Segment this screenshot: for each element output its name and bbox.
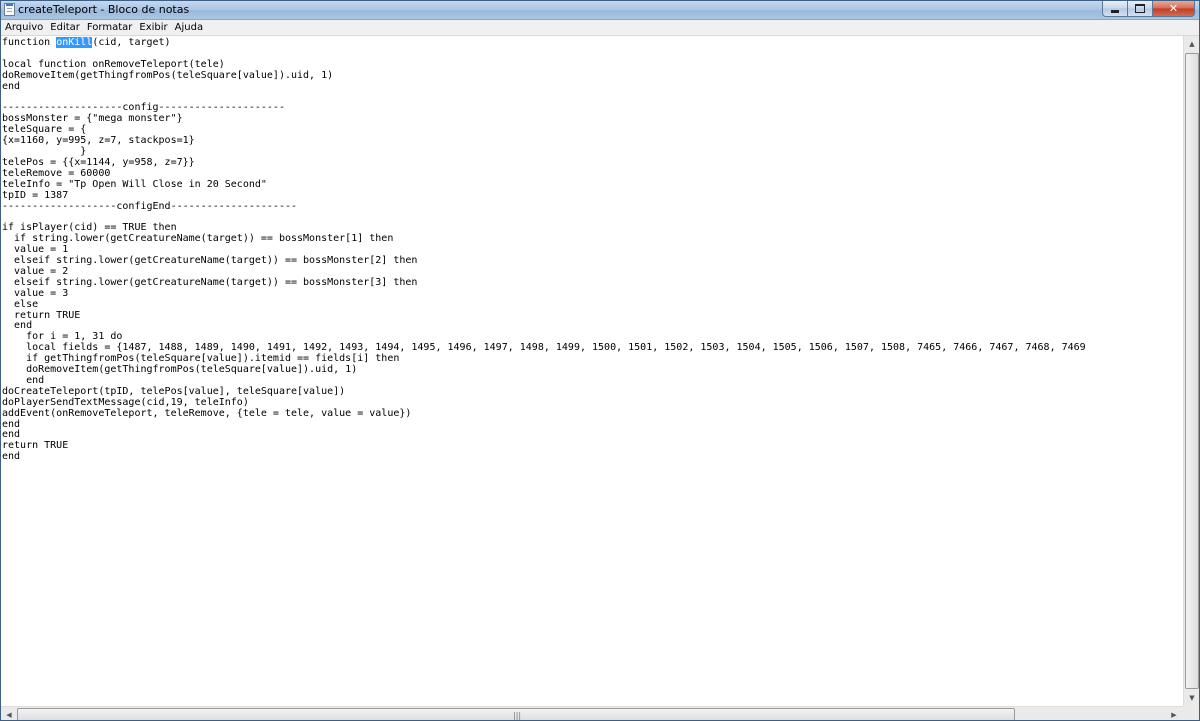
code-line: return TRUE <box>2 309 81 321</box>
code-line: elseif string.lower(getCreatureName(targ… <box>2 255 418 266</box>
notepad-icon[interactable] <box>4 3 15 16</box>
menu-arquivo[interactable]: Arquivo <box>1 20 46 35</box>
code-line: end <box>2 418 21 430</box>
minimize-button[interactable] <box>1102 1 1127 17</box>
code-line: value = 1 <box>2 244 69 256</box>
horizontal-scrollbar[interactable]: ◀ ||| ▶ <box>1 706 1183 720</box>
code-line: telePos = {{x=1144, y=958, z=7}} <box>2 156 195 168</box>
code-line: if string.lower(getCreatureName(target))… <box>2 233 394 245</box>
code-line: elseif string.lower(getCreatureName(targ… <box>2 276 418 288</box>
code-text: function <box>2 37 57 48</box>
code-line: local function onRemoveTeleport(tele) <box>2 58 225 70</box>
close-button[interactable]: ✕ <box>1152 1 1195 17</box>
vertical-scroll-thumb[interactable] <box>1185 53 1199 689</box>
grip-icon: ||| <box>513 711 522 720</box>
code-line: teleRemove = 60000 <box>2 167 111 179</box>
code-line: end <box>2 429 21 441</box>
code-line: value = 3 <box>2 287 69 299</box>
minimize-icon <box>1111 10 1119 13</box>
horizontal-scroll-thumb[interactable]: ||| <box>17 708 1015 720</box>
code-line: doPlayerSendTextMessage(cid,19, teleInfo… <box>2 396 249 408</box>
code-line: if isPlayer(cid) == TRUE then <box>2 222 177 234</box>
code-line: end <box>2 80 21 92</box>
code-line: teleInfo = "Tp Open Will Close in 20 Sec… <box>2 178 267 190</box>
code-line: addEvent(onRemoveTeleport, teleRemove, {… <box>2 407 412 419</box>
notepad-window: createTeleport - Bloco de notas ✕ Arquiv… <box>0 0 1200 721</box>
scroll-down-icon[interactable]: ▼ <box>1184 690 1199 706</box>
menu-bar: Arquivo Editar Formatar Exibir Ajuda <box>1 20 1199 36</box>
code-line: tpID = 1387 <box>2 189 69 201</box>
scroll-up-icon[interactable]: ▲ <box>1184 36 1199 52</box>
code-line: doRemoveItem(getThingfromPos(teleSquare[… <box>2 69 334 81</box>
code-line: local fields = {1487, 1488, 1489, 1490, … <box>2 342 1086 354</box>
size-grip[interactable] <box>1183 706 1199 720</box>
code-line: return TRUE <box>2 440 69 452</box>
code-text: (cid, target) <box>92 37 171 48</box>
code-line: doCreateTeleport(tpID, telePos[value], t… <box>2 385 346 397</box>
scroll-right-icon[interactable]: ▶ <box>1166 707 1182 720</box>
code-line: value = 2 <box>2 265 69 277</box>
close-icon: ✕ <box>1168 2 1179 15</box>
vertical-scrollbar[interactable]: ▲ ▼ <box>1183 36 1199 706</box>
scroll-left-icon[interactable]: ◀ <box>1 707 17 720</box>
code-line: function onKill(cid, target) <box>2 37 171 48</box>
menu-ajuda[interactable]: Ajuda <box>171 20 206 35</box>
maximize-icon <box>1135 4 1145 13</box>
code-line: end <box>2 320 33 332</box>
code-line: --------------------config--------------… <box>2 102 285 114</box>
menu-editar[interactable]: Editar <box>46 20 83 35</box>
maximize-button[interactable] <box>1127 1 1152 17</box>
code-line: end <box>2 374 45 386</box>
text-editor-area[interactable]: function onKill(cid, target) local funct… <box>1 36 1183 706</box>
selected-text: onKill <box>56 37 93 48</box>
menu-exibir[interactable]: Exibir <box>135 20 170 35</box>
code-line: end <box>2 451 21 463</box>
code-line: } <box>2 146 87 157</box>
code-line: bossMonster = {"mega monster"} <box>2 113 183 125</box>
title-bar[interactable]: createTeleport - Bloco de notas ✕ <box>1 1 1199 20</box>
code-line: teleSquare = { <box>2 124 87 136</box>
code-line: -------------------configEnd------------… <box>2 200 298 212</box>
code-line: {x=1160, y=995, z=7, stackpos=1} <box>2 135 195 147</box>
code-line: for i = 1, 31 do <box>2 331 123 343</box>
code-line: doRemoveItem(getThingfromPos(teleSquare[… <box>2 364 358 375</box>
code-line: if getThingfromPos(teleSquare[value]).it… <box>2 353 400 365</box>
window-title: createTeleport - Bloco de notas <box>18 3 190 16</box>
code-line: else <box>2 298 39 310</box>
menu-formatar[interactable]: Formatar <box>83 20 135 35</box>
caption-buttons: ✕ <box>1102 1 1195 18</box>
